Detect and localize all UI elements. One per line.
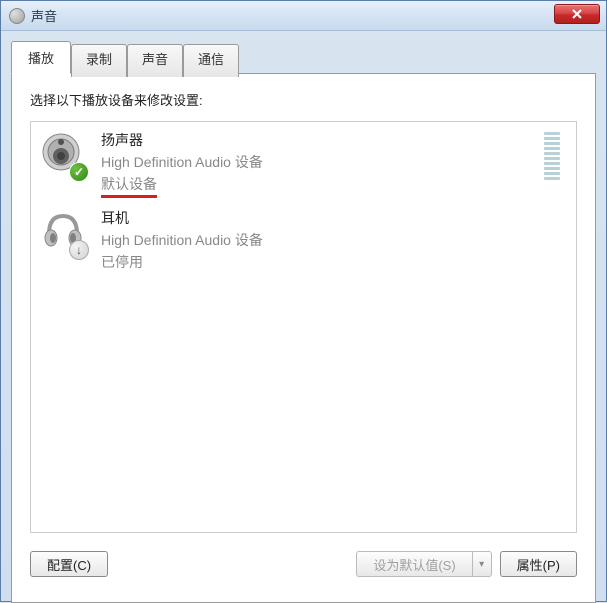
tab-recording[interactable]: 录制 — [71, 44, 127, 77]
device-description: High Definition Audio 设备 — [101, 230, 568, 250]
set-default-split-button: 设为默认值(S) — [356, 551, 491, 577]
sound-app-icon — [9, 8, 25, 24]
titlebar: 声音 — [1, 1, 606, 31]
window-title: 声音 — [31, 6, 57, 25]
check-badge-icon: ✓ — [69, 162, 89, 182]
tab-panel-playback: 选择以下播放设备来修改设置: ✓ 扬声器 High Definition Aud… — [11, 73, 596, 603]
volume-level-meter — [544, 132, 560, 180]
properties-button[interactable]: 属性(P) — [500, 551, 577, 577]
tab-strip: 播放 录制 声音 通信 — [11, 41, 596, 74]
instruction-text: 选择以下播放设备来修改设置: — [30, 90, 577, 109]
device-item-speakers[interactable]: ✓ 扬声器 High Definition Audio 设备 默认设备 — [33, 124, 574, 202]
device-info: 扬声器 High Definition Audio 设备 默认设备 — [101, 128, 544, 198]
device-list[interactable]: ✓ 扬声器 High Definition Audio 设备 默认设备 — [30, 121, 577, 533]
device-description: High Definition Audio 设备 — [101, 152, 544, 172]
device-status: 默认设备 — [101, 174, 544, 198]
device-item-headphones[interactable]: ↓ 耳机 High Definition Audio 设备 已停用 — [33, 202, 574, 276]
device-name: 耳机 — [101, 208, 568, 228]
configure-button[interactable]: 配置(C) — [30, 551, 108, 577]
headphones-icon: ↓ — [39, 206, 91, 258]
tab-sounds[interactable]: 声音 — [127, 44, 183, 77]
tab-playback[interactable]: 播放 — [11, 41, 71, 74]
close-icon — [571, 9, 583, 19]
device-info: 耳机 High Definition Audio 设备 已停用 — [101, 206, 568, 272]
set-default-button[interactable]: 设为默认值(S) — [356, 551, 471, 577]
button-row: 配置(C) 设为默认值(S) 属性(P) — [30, 551, 577, 577]
close-button[interactable] — [554, 4, 600, 24]
set-default-dropdown[interactable] — [472, 551, 492, 577]
device-name: 扬声器 — [101, 130, 544, 150]
disabled-badge-icon: ↓ — [69, 240, 89, 260]
tab-communications[interactable]: 通信 — [183, 44, 239, 77]
content-area: 播放 录制 声音 通信 选择以下播放设备来修改设置: ✓ — [1, 31, 606, 601]
speaker-icon: ✓ — [39, 128, 91, 180]
device-status: 已停用 — [101, 252, 568, 272]
